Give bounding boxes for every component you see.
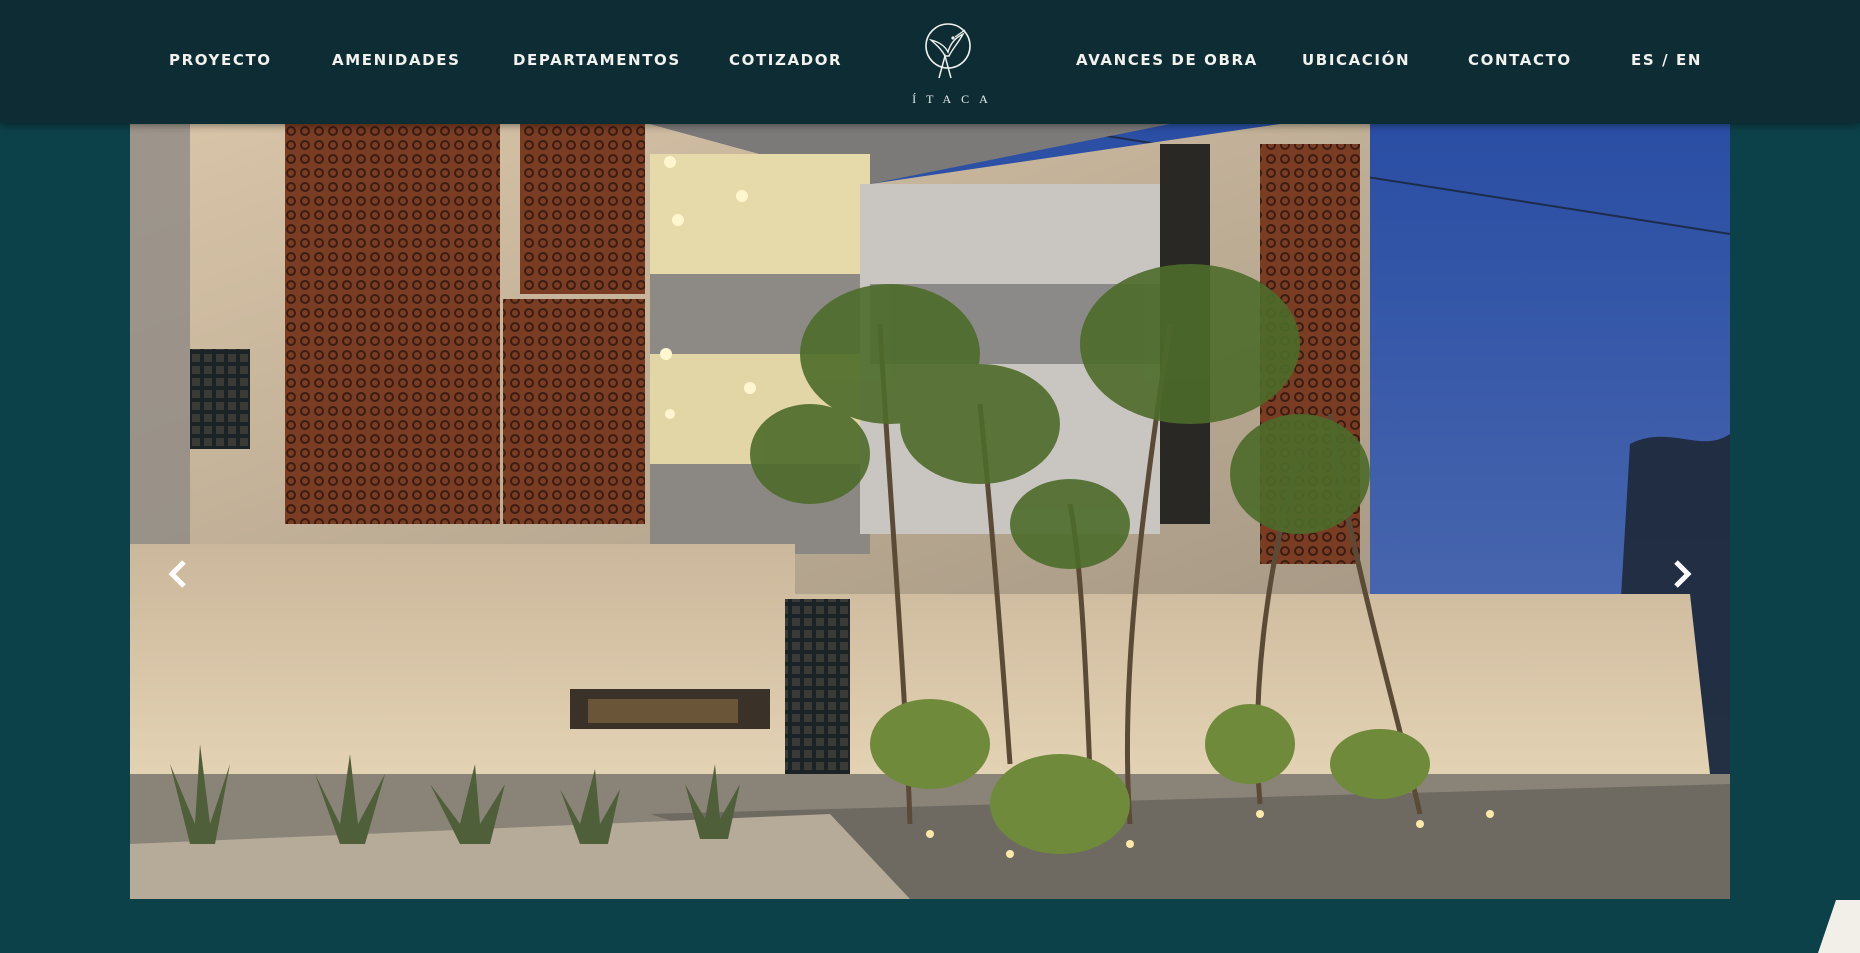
decorative-corner-shape [1818,900,1860,953]
nav-link-contacto[interactable]: CONTACTO [1468,51,1572,69]
nav-link-proyecto[interactable]: PROYECTO [169,51,272,69]
nav-link-avances-de-obra[interactable]: AVANCES DE OBRA [1076,51,1258,69]
chevron-right-icon [1674,560,1692,588]
slider-prev-button[interactable] [158,554,198,594]
nav-link-cotizador[interactable]: COTIZADOR [729,51,842,69]
language-switcher[interactable]: ES / EN [1631,51,1702,69]
nav-link-departamentos[interactable]: DEPARTAMENTOS [513,51,681,69]
hummingbird-icon [925,23,971,79]
building-night-photo [130,124,1730,899]
nav-link-ubicacion[interactable]: UBICACIÓN [1302,51,1410,69]
nav-link-amenidades[interactable]: AMENIDADES [332,51,460,69]
logo-text: ÍTACA [912,92,998,106]
hero-image-slider[interactable] [130,124,1730,899]
slider-next-button[interactable] [1662,554,1702,594]
top-navigation-bar: PROYECTO AMENIDADES DEPARTAMENTOS COTIZA… [0,0,1860,123]
chevron-left-icon [168,560,186,588]
itaca-logo[interactable]: ÍTACA [895,18,1005,110]
